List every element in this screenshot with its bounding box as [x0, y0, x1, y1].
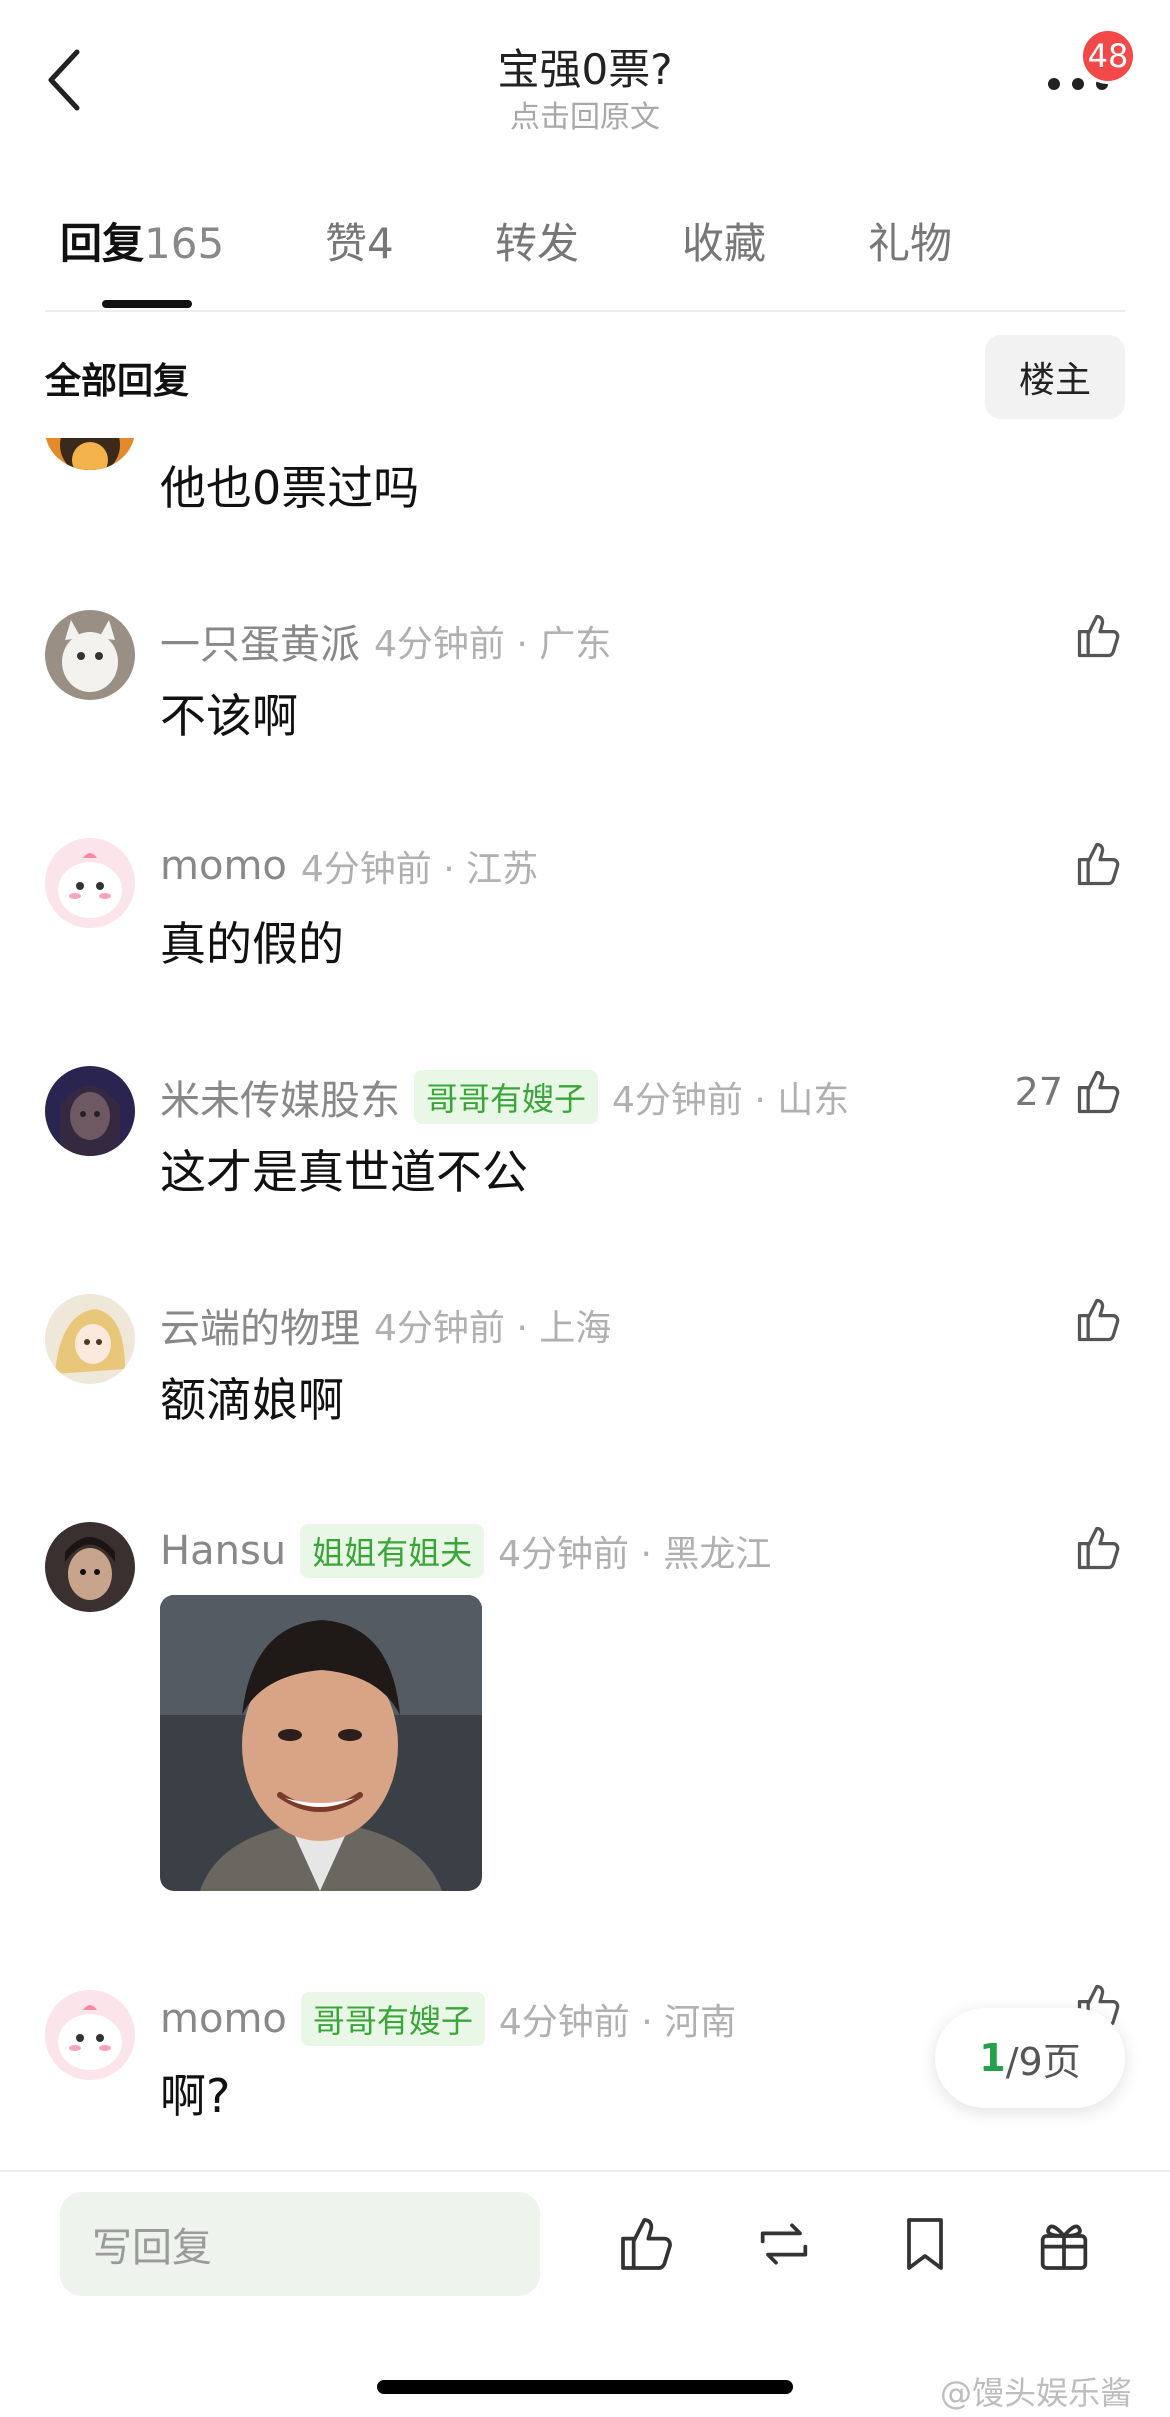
repost-icon	[760, 2223, 808, 2265]
tab-label: 收藏	[682, 219, 767, 268]
comment-text: 啊?	[160, 2069, 231, 2123]
comment-text: 额滴娘啊	[160, 1373, 344, 1427]
fan-badge: 姐姐有姐夫	[300, 1524, 485, 1578]
home-indicator	[377, 2380, 793, 2394]
page-title[interactable]: 宝强0票?	[0, 36, 1170, 97]
tab-label: 回复	[60, 219, 145, 268]
repost-button[interactable]	[752, 2212, 816, 2276]
current-page: 1	[979, 2036, 1006, 2080]
timestamp-location: 4分钟前 · 河南	[498, 2002, 737, 2043]
avatar[interactable]	[45, 610, 135, 700]
more-icon	[1048, 78, 1060, 90]
comment-meta: 一只蛋黄派 4分钟前 · 广东	[160, 612, 611, 670]
comment-text: 真的假的	[160, 917, 344, 971]
tab-count: 165	[144, 219, 225, 268]
comment-meta: momo 哥哥有嫂子 4分钟前 · 河南	[160, 1992, 736, 2046]
username[interactable]: 米未传媒股东	[160, 1068, 400, 1126]
tab-label: 赞	[325, 219, 368, 268]
thumbs-up-icon	[1077, 1298, 1120, 1342]
reply-image[interactable]	[160, 1595, 482, 1891]
avatar[interactable]	[45, 838, 135, 928]
thumbs-up-icon	[1077, 1070, 1120, 1114]
bookmark-icon	[907, 2218, 943, 2270]
back-to-original-link[interactable]: 点击回原文	[0, 92, 1170, 136]
gift-button[interactable]	[1032, 2212, 1096, 2276]
comment-text: 他也0票过吗	[160, 461, 420, 515]
avatar[interactable]	[45, 1990, 135, 2080]
thumbs-up-icon	[621, 2218, 672, 2270]
watermark: @馒头娱乐酱	[940, 2374, 1133, 2412]
tab-replies[interactable]: 回复165	[60, 210, 224, 271]
avatar[interactable]	[45, 1294, 135, 1384]
fan-badge: 哥哥有嫂子	[300, 1992, 485, 2046]
notification-badge: 48	[1080, 28, 1136, 84]
gift-icon	[1040, 2224, 1088, 2270]
like-button[interactable]	[1063, 1522, 1125, 1574]
timestamp-location: 4分钟前 · 江苏	[300, 849, 539, 890]
tab-bar: 回复165 赞4 转发 收藏 礼物	[0, 210, 1170, 310]
username[interactable]: momo	[160, 843, 287, 889]
more-icon-dot	[1072, 78, 1084, 90]
avatar[interactable]	[45, 1522, 135, 1612]
username[interactable]: momo	[160, 1996, 287, 2042]
tab-label: 转发	[495, 219, 580, 268]
page-indicator[interactable]: 1/9页	[935, 2008, 1125, 2108]
comment-meta: 米未传媒股东 哥哥有嫂子 4分钟前 · 山东	[160, 1068, 849, 1126]
tab-favorites[interactable]: 收藏	[682, 210, 766, 271]
tab-likes[interactable]: 赞4	[325, 210, 394, 271]
reply-input[interactable]: 写回复	[60, 2192, 540, 2296]
comment-meta: momo 4分钟前 · 江苏	[160, 840, 538, 892]
like-count: 27	[1014, 1070, 1063, 1114]
comment-text: 不该啊	[160, 689, 298, 743]
like-button[interactable]: 27	[1015, 1066, 1125, 1118]
thumbs-up-icon	[1077, 842, 1120, 886]
divider	[0, 2170, 1170, 2172]
username[interactable]: 云端的物理	[160, 1296, 360, 1354]
favorite-button[interactable]	[893, 2212, 957, 2276]
avatar[interactable]	[45, 1066, 135, 1156]
timestamp-location: 4分钟前 · 广东	[374, 624, 612, 665]
thumbs-up-icon	[1077, 614, 1120, 658]
timestamp-location: 4分钟前 · 黑龙江	[498, 1534, 772, 1575]
like-button[interactable]	[1063, 1294, 1125, 1346]
divider	[45, 310, 1125, 312]
section-title: 全部回复	[45, 361, 190, 402]
timestamp-location: 4分钟前 · 上海	[374, 1308, 612, 1349]
timestamp-location: 4分钟前 · 山东	[612, 1080, 850, 1121]
active-tab-indicator	[102, 300, 192, 308]
comment-meta: Hansu 姐姐有姐夫 4分钟前 · 黑龙江	[160, 1524, 771, 1578]
tab-reposts[interactable]: 转发	[495, 210, 579, 271]
username[interactable]: Hansu	[160, 1528, 286, 1574]
like-button[interactable]	[1063, 838, 1125, 890]
comment-meta: 云端的物理 4分钟前 · 上海	[160, 1296, 611, 1354]
op-filter-button[interactable]: 楼主	[985, 335, 1125, 419]
comment-text: 这才是真世道不公	[160, 1145, 528, 1199]
like-post-button[interactable]	[615, 2212, 679, 2276]
tab-count: 4	[367, 219, 394, 268]
top-bar: 宝强0票? 点击回原文 48	[0, 0, 1170, 170]
thumbs-up-icon	[1077, 1526, 1120, 1570]
total-pages: /9页	[1005, 2039, 1081, 2084]
fan-badge: 哥哥有嫂子	[414, 1070, 599, 1124]
tab-gifts[interactable]: 礼物	[868, 210, 952, 271]
like-button[interactable]	[1063, 610, 1125, 662]
username[interactable]: 一只蛋黄派	[160, 612, 360, 670]
tab-label: 礼物	[868, 219, 953, 268]
